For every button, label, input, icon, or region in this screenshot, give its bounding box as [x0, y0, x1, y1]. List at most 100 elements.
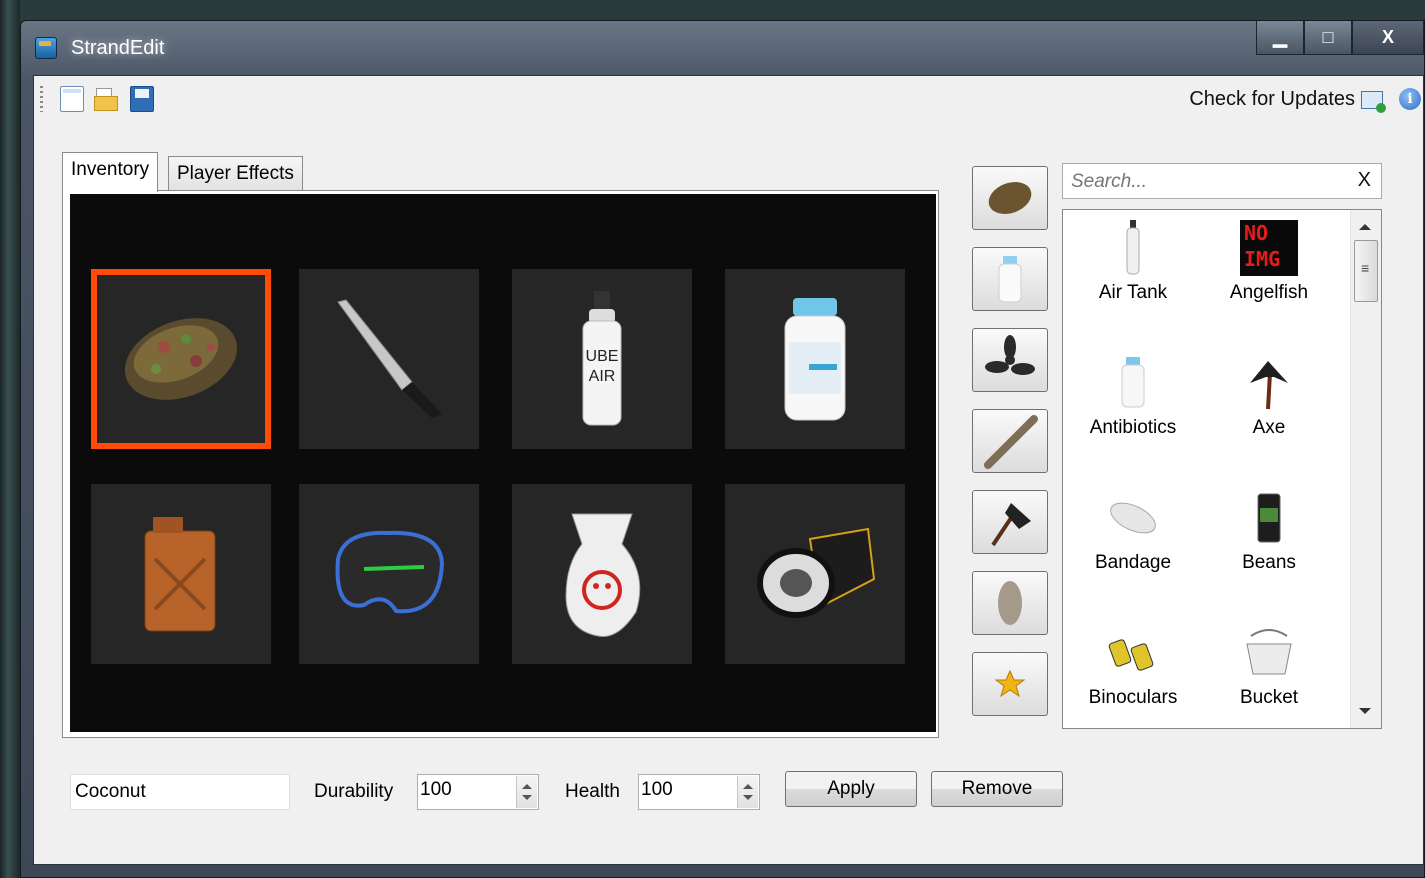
client-area: Check for Updates i Inventory Player Eff… [33, 75, 1424, 865]
scroll-down-icon[interactable] [1359, 708, 1371, 714]
flashlight-icon [757, 527, 876, 618]
list-item-label: Bandage [1094, 552, 1172, 573]
category-stone-button[interactable] [972, 571, 1048, 635]
list-item-label: Antibiotics [1089, 417, 1177, 438]
item-name-field[interactable]: Coconut [70, 774, 290, 810]
list-item-antibiotics[interactable]: Antibiotics [1068, 345, 1198, 475]
beans-can-icon [1239, 484, 1299, 552]
item-list-scrollbar[interactable] [1350, 210, 1381, 728]
search-input[interactable] [1069, 168, 1343, 196]
inventory-slot-goggles[interactable] [299, 484, 479, 664]
caption-buttons: ▁ □ X [1256, 21, 1424, 57]
category-medical-button[interactable] [972, 247, 1048, 311]
air-tank-icon [1103, 214, 1163, 282]
medicine-bottle-icon [998, 256, 1022, 303]
app-window: StrandEdit ▁ □ X Check for Updates i Inv… [20, 20, 1425, 878]
category-stick-button[interactable] [972, 409, 1048, 473]
inventory-slot-fuel-can[interactable] [91, 484, 271, 664]
list-item-angelfish[interactable]: NO IMG Angelfish [1204, 210, 1334, 340]
item-editor-bar: Coconut Durability 100 Health 100 Apply … [34, 752, 1423, 812]
star-icon [995, 669, 1025, 698]
list-item-binoculars[interactable]: Binoculars [1068, 615, 1198, 745]
svg-text:UBE: UBE [586, 348, 619, 365]
check-updates-label: Check for Updates [1189, 88, 1355, 110]
no-image-icon: NO IMG [1239, 214, 1299, 282]
durability-stepper[interactable]: 100 [417, 774, 539, 810]
list-item-label: Beans [1242, 552, 1296, 573]
category-favorite-button[interactable] [972, 652, 1048, 716]
search-clear-button[interactable]: X [1358, 169, 1371, 192]
health-stepper[interactable]: 100 [638, 774, 760, 810]
health-label: Health [565, 781, 620, 802]
durability-label: Durability [314, 781, 394, 802]
title-bar[interactable]: StrandEdit ▁ □ X [21, 21, 1424, 75]
toolbar: Check for Updates i [34, 76, 1423, 122]
list-item-beans[interactable]: Beans [1204, 480, 1334, 610]
search-box: X [1062, 163, 1382, 199]
category-tools-button[interactable] [972, 490, 1048, 554]
inventory-slot-flashlight[interactable] [725, 484, 905, 664]
desktop-background [0, 0, 20, 878]
inventory-slot-coconut[interactable] [91, 269, 271, 449]
list-item-axe[interactable]: Axe [1204, 345, 1334, 475]
knife-icon [337, 299, 442, 418]
inventory-slot-air-tank[interactable]: UBE AIR [512, 269, 692, 449]
inventory-slot-antibiotics[interactable] [725, 269, 905, 449]
list-item-air-tank[interactable]: Air Tank [1068, 210, 1198, 340]
axe-icon [991, 503, 1031, 547]
list-item-label: Binoculars [1088, 687, 1178, 708]
apply-button[interactable]: Apply [785, 771, 917, 807]
category-propeller-button[interactable] [972, 328, 1048, 392]
category-food-button[interactable] [972, 166, 1048, 230]
app-icon [35, 37, 57, 59]
minimize-button[interactable]: ▁ [1256, 21, 1304, 55]
tab-player-effects[interactable]: Player Effects [168, 156, 303, 190]
scroll-up-icon[interactable] [1359, 224, 1371, 230]
coconut-icon [124, 318, 238, 400]
list-item-bandage[interactable]: Bandage [1068, 480, 1198, 610]
update-download-icon [1361, 90, 1386, 113]
health-value: 100 [641, 779, 673, 800]
antibiotics-icon [784, 298, 846, 421]
bucket-icon [1239, 619, 1299, 687]
propeller-icon [985, 335, 1035, 375]
inventory-slot-volleyball-sack[interactable] [512, 484, 692, 664]
no-img-line-1: NO [1244, 221, 1269, 245]
inventory-grid: UBE AIR [70, 194, 936, 732]
stone-icon [998, 581, 1022, 625]
list-item-label: Air Tank [1098, 282, 1168, 303]
coconut-category-icon [988, 182, 1032, 214]
durability-value: 100 [420, 779, 452, 800]
close-button[interactable]: X [1352, 21, 1424, 55]
air-tank-icon: UBE AIR [582, 291, 622, 426]
maximize-button[interactable]: □ [1304, 21, 1352, 55]
tab-inventory[interactable]: Inventory [62, 152, 159, 192]
axe-icon [1239, 349, 1299, 417]
window-title: StrandEdit [71, 37, 165, 59]
toolbar-grip-icon[interactable] [40, 86, 43, 112]
open-folder-icon[interactable] [94, 86, 118, 112]
save-disk-icon[interactable] [130, 86, 154, 112]
inventory-tab-page: UBE AIR [62, 190, 939, 738]
stick-icon [984, 415, 1038, 469]
antibiotics-icon [1103, 349, 1163, 417]
info-icon[interactable]: i [1399, 88, 1421, 110]
goggles-icon [335, 530, 445, 614]
item-list: Air Tank NO IMG Angelfish Antibiotics Ax… [1062, 209, 1382, 729]
remove-button[interactable]: Remove [931, 771, 1063, 807]
no-img-line-2: IMG [1244, 247, 1281, 271]
scroll-thumb[interactable] [1354, 240, 1378, 302]
list-item-bucket[interactable]: Bucket [1204, 615, 1334, 745]
list-item-label: Angelfish [1229, 282, 1309, 303]
bandage-icon [1103, 484, 1163, 552]
list-item-label: Axe [1252, 417, 1286, 438]
durability-stepper-arrows-icon[interactable] [516, 776, 537, 808]
volleyball-sack-icon [565, 513, 641, 637]
svg-text:AIR: AIR [589, 368, 616, 385]
list-item-label: Bucket [1239, 687, 1299, 708]
binoculars-icon [1103, 619, 1163, 687]
check-updates-button[interactable]: Check for Updates [1189, 88, 1386, 113]
new-file-icon[interactable] [60, 86, 84, 112]
health-stepper-arrows-icon[interactable] [737, 776, 758, 808]
inventory-slot-knife[interactable] [299, 269, 479, 449]
